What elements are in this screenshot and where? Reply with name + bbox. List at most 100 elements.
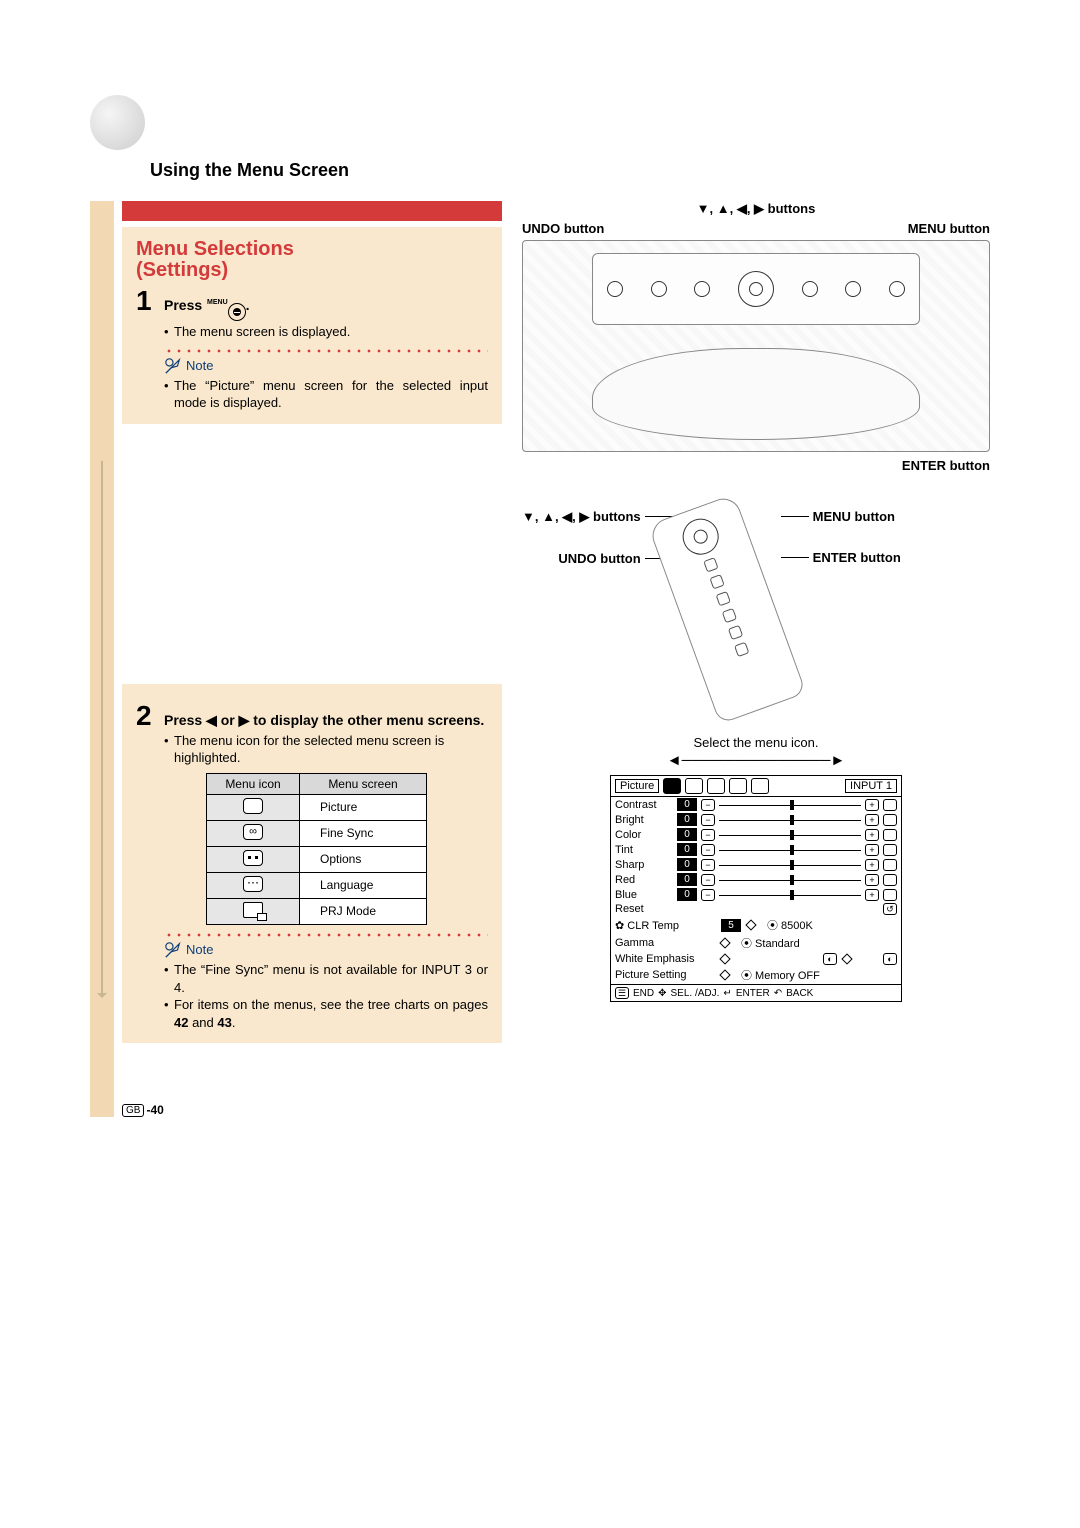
table-row: Picture: [207, 794, 427, 820]
table-row: Fine Sync: [207, 820, 427, 846]
osd-row: Bright0−+: [611, 812, 901, 827]
panel-button-icon: [651, 281, 667, 297]
row-end-icon: [883, 859, 897, 871]
osd-row: Tint0−+: [611, 842, 901, 857]
step2-number: 2: [136, 702, 164, 730]
table-row: PRJ Mode: [207, 898, 427, 924]
step2: 2 Press ◀ or ▶ to display the other menu…: [136, 702, 488, 730]
osd-tab-icon: [751, 778, 769, 794]
decorative-circle: [90, 95, 145, 150]
page-heading: Using the Menu Screen: [150, 160, 990, 181]
row-end-icon: [883, 874, 897, 886]
language-icon: [243, 876, 263, 892]
diamond-icon: [719, 969, 730, 980]
step2-block: 2 Press ◀ or ▶ to display the other menu…: [122, 684, 502, 1043]
undo-label: UNDO button: [522, 221, 604, 236]
row-end-icon: [883, 829, 897, 841]
slider: [719, 817, 861, 823]
remote-button-icon: [728, 625, 743, 640]
step2-note-bullet1: The “Fine Sync” menu is not available fo…: [164, 961, 488, 996]
dec-icon: −: [701, 829, 715, 841]
instructions-column: Menu Selections (Settings) 1 Press MENU.…: [122, 201, 502, 1117]
dec-icon: −: [701, 799, 715, 811]
dec-icon: −: [701, 814, 715, 826]
table-row: Options: [207, 846, 427, 872]
remote-button-icon: [715, 591, 730, 606]
options-icon: [243, 850, 263, 866]
osd-row: Color0−+: [611, 827, 901, 842]
dotted-divider: [164, 349, 488, 353]
inc-icon: +: [865, 889, 879, 901]
row-end-icon: [883, 889, 897, 901]
menu-icon-table: Menu icon Menu screen Picture Fine Sync …: [206, 773, 427, 925]
osd-row: Red0−+: [611, 872, 901, 887]
remote-button-icon: [734, 642, 749, 657]
note-row: Note: [164, 357, 488, 375]
slider: [719, 832, 861, 838]
col-menu-icon: Menu icon: [207, 773, 300, 794]
dpad-icon: [738, 271, 774, 307]
dec-icon: −: [701, 859, 715, 871]
menu-label: MENU button: [908, 221, 990, 236]
step1-bullet: The menu screen is displayed.: [164, 323, 488, 341]
prj-mode-icon: [243, 902, 263, 918]
row-end-icon: [883, 844, 897, 856]
menu-button-icon: [228, 303, 246, 321]
side-rail: [90, 201, 114, 1117]
osd-sub-row: White Emphasis◐◐: [611, 952, 901, 966]
inc-icon: +: [865, 844, 879, 856]
osd-tab-icon: [663, 778, 681, 794]
page-number: GB-40: [122, 1103, 502, 1117]
diamond-icon: [719, 953, 730, 964]
red-bar: [122, 201, 502, 221]
inc-icon: +: [865, 814, 879, 826]
panel-button-icon: [802, 281, 818, 297]
slider: [719, 877, 861, 883]
inc-icon: +: [865, 859, 879, 871]
enter-label: ENTER button: [522, 458, 990, 473]
osd-reset: Reset ↺: [611, 902, 901, 916]
osd-title: Picture: [615, 779, 659, 793]
osd-sub-row: ✿ CLR Temp5 ⦿ 8500K: [611, 916, 901, 934]
step2-text: Press ◀ or ▶ to display the other menu s…: [164, 712, 488, 729]
select-menu-caption: Select the menu icon.: [522, 735, 990, 750]
panel-button-icon: [607, 281, 623, 297]
procedure-title: Menu Selections (Settings): [136, 239, 488, 281]
note-icon: [164, 941, 182, 959]
inc-icon: +: [865, 874, 879, 886]
diagram-column: ▼, ▲, ◀, ▶ buttons UNDO button MENU butt…: [502, 201, 990, 1117]
osd-sub-row: Picture Setting ⦿ Memory OFF: [611, 966, 901, 984]
slider: [719, 847, 861, 853]
diamond-icon: [745, 919, 756, 930]
picture-icon: [243, 798, 263, 814]
diamond-icon: [719, 937, 730, 948]
panel-button-icon: [845, 281, 861, 297]
diamond-icon: [841, 953, 852, 964]
remote-diagram: ▼, ▲, ◀, ▶ buttons UNDO button MENU butt…: [522, 503, 990, 715]
osd-row: Contrast0−+: [611, 797, 901, 812]
step2-note-bullet2: For items on the menus, see the tree cha…: [164, 996, 488, 1031]
col-menu-screen: Menu screen: [300, 773, 427, 794]
panel-button-icon: [889, 281, 905, 297]
row-end-icon: [883, 799, 897, 811]
osd-sub-row: Gamma ⦿ Standard: [611, 934, 901, 952]
projector-diagram: [522, 240, 990, 452]
control-panel: [592, 253, 920, 325]
osd-input: INPUT 1: [845, 779, 897, 793]
slider: [719, 892, 861, 898]
slider: [719, 802, 861, 808]
projector-outline: [592, 348, 920, 440]
reset-icon: ↺: [883, 903, 897, 915]
fine-sync-icon: [243, 824, 263, 840]
osd-header: Picture INPUT 1: [611, 776, 901, 797]
osd-footer: ☰END ✥SEL. /ADJ. ↵ENTER ↶BACK: [611, 984, 901, 1001]
step1: 1 Press MENU.: [136, 287, 488, 321]
osd-row: Sharp0−+: [611, 857, 901, 872]
osd-tab-icon: [729, 778, 747, 794]
step1-note-bullet: The “Picture” menu screen for the select…: [164, 377, 488, 412]
arrows-label: ▼, ▲, ◀, ▶ buttons: [522, 201, 990, 217]
dotted-divider: [164, 933, 488, 937]
step2-bullet: The menu icon for the selected menu scre…: [164, 732, 488, 767]
osd-tab-icon: [685, 778, 703, 794]
note-row: Note: [164, 941, 488, 959]
